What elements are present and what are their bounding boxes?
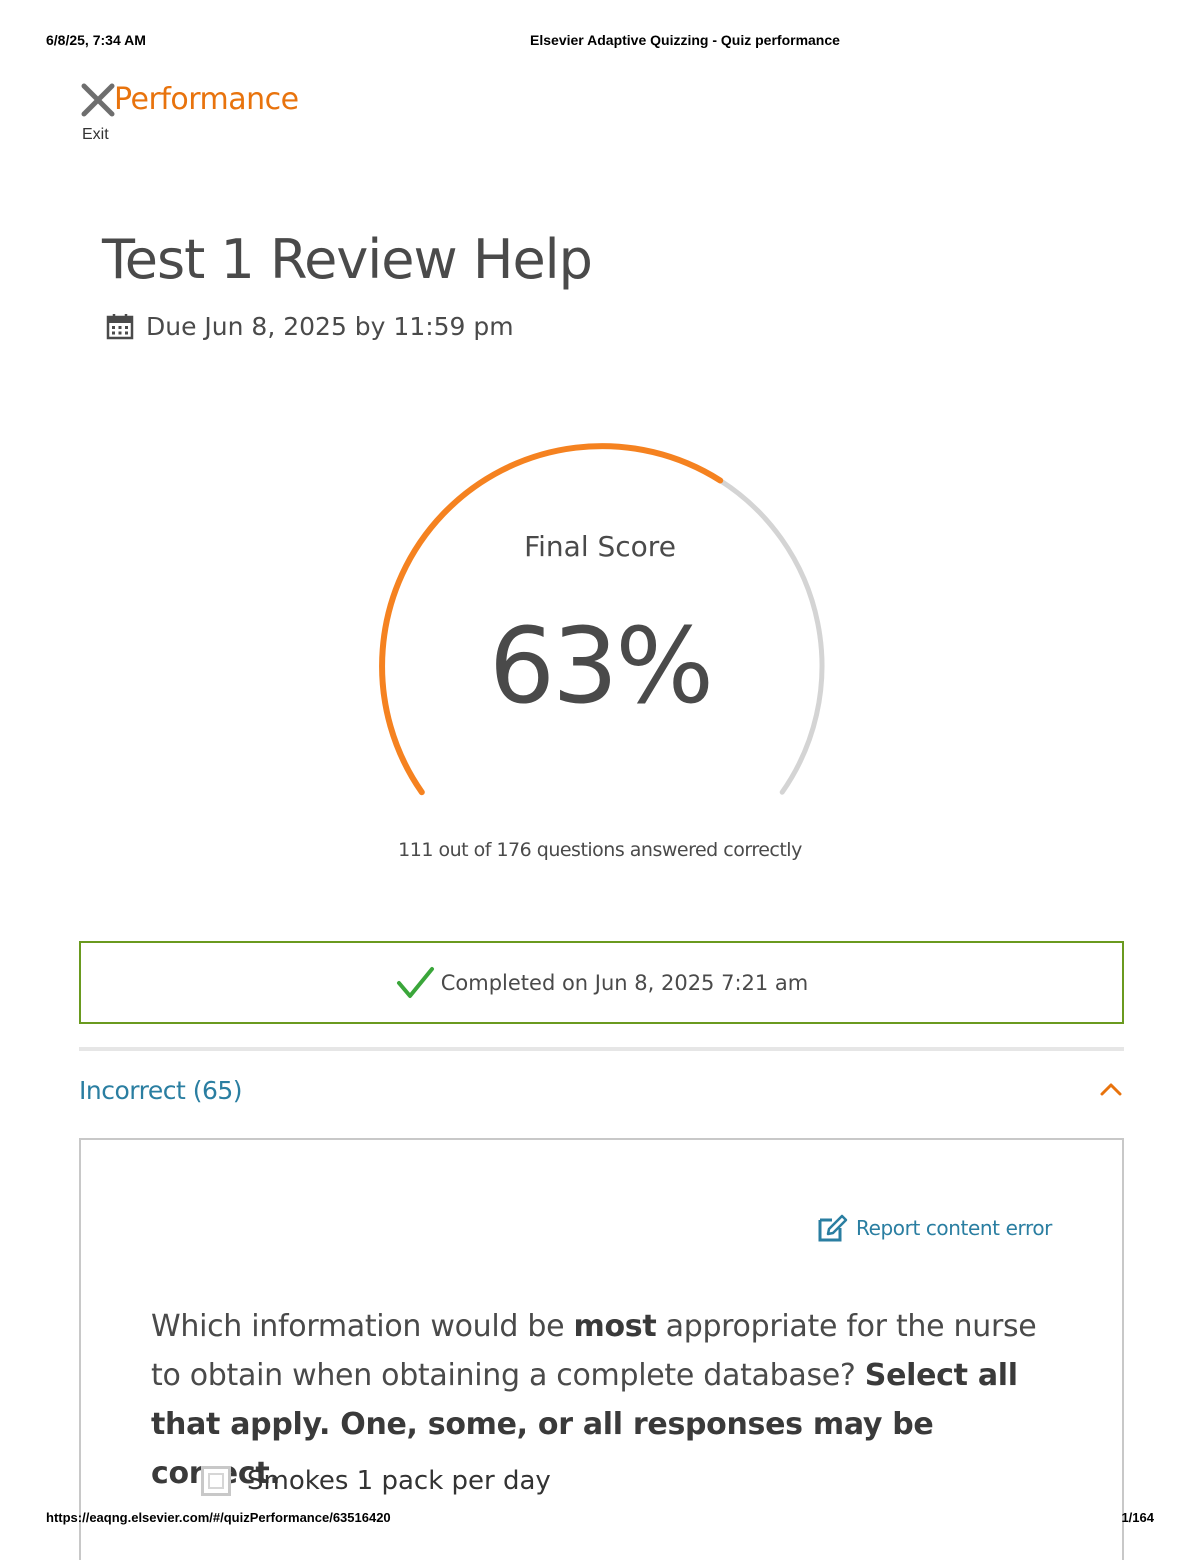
exit-label: Exit [82,126,109,143]
due-date-row: Due Jun 8, 2025 by 11:59 pm [106,308,514,344]
page-title: Performance [114,82,299,117]
answer-option-label: Smokes 1 pack per day [247,1466,551,1496]
final-score-value: 63% [488,605,714,727]
incorrect-section-toggle[interactable]: Incorrect (65) [79,1068,1124,1118]
print-url: https://eaqng.elsevier.com/#/quizPerform… [46,1510,391,1525]
calendar-icon [106,314,134,340]
exit-button[interactable]: Exit [78,78,118,148]
print-footer: https://eaqng.elsevier.com/#/quizPerform… [0,1508,1200,1528]
top-navigation: Exit Performance [78,78,378,148]
due-date-text: Due Jun 8, 2025 by 11:59 pm [146,311,514,341]
chevron-up-icon[interactable] [1100,1082,1122,1096]
close-icon [81,83,115,117]
quiz-title: Test 1 Review Help [102,228,593,291]
incorrect-section-title: Incorrect (65) [79,1076,243,1105]
question-text-emphasis: most [573,1309,657,1344]
score-gauge: Final Score 63% 111 out of 176 questions… [360,440,840,880]
question-text-segment: Which information would be [151,1309,574,1344]
section-divider [79,1047,1124,1051]
final-score-label: Final Score [524,530,676,563]
completion-text: Completed on Jun 8, 2025 7:21 am [440,970,809,995]
print-page-number: 1/164 [1121,1510,1154,1525]
report-content-error-label: Report content error [855,1216,1052,1240]
answer-option[interactable]: Smokes 1 pack per day [201,1461,551,1501]
print-page-title: Elsevier Adaptive Quizzing - Quiz perfor… [530,32,840,48]
report-content-error-link[interactable]: Report content error [816,1212,1052,1244]
edit-icon [818,1214,848,1242]
completion-status-box: Completed on Jun 8, 2025 7:21 am [79,941,1124,1024]
print-header: 6/8/25, 7:34 AM Elsevier Adaptive Quizzi… [0,30,1200,50]
question-card: Report content error Which information w… [79,1138,1124,1560]
score-summary: 111 out of 176 questions answered correc… [398,839,802,861]
checkmark-icon [396,966,434,998]
answer-checkbox[interactable] [201,1466,231,1496]
